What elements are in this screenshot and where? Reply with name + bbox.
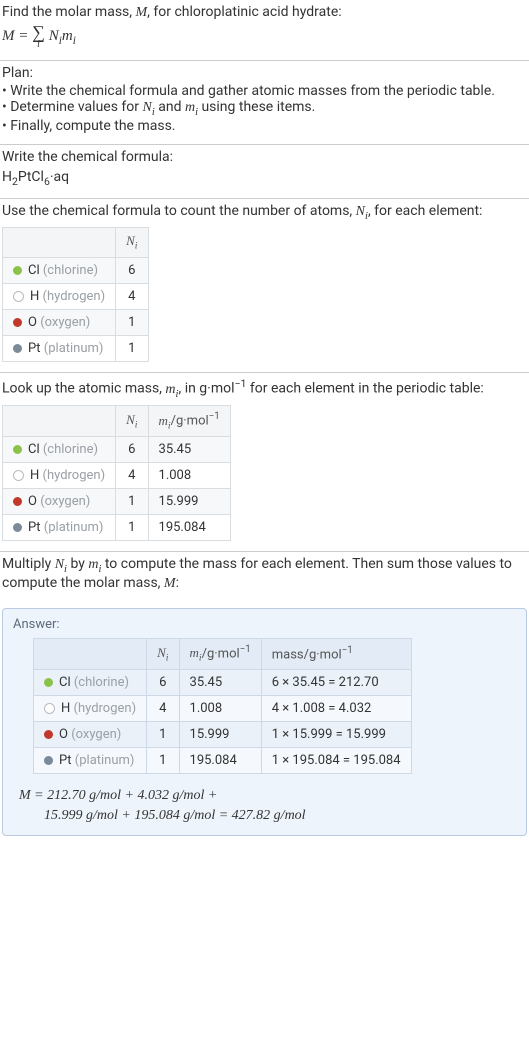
- mi-cell: 1.008: [148, 463, 230, 489]
- answer-title: Answer:: [13, 617, 516, 632]
- col-mi: mi/g·mol−1: [148, 406, 230, 437]
- element-cell: H (hydrogen): [3, 463, 116, 489]
- col-mi: mi/g·mol−1: [179, 639, 261, 670]
- table-row: Cl (chlorine)6: [3, 257, 149, 283]
- mass-cell: 1 × 195.084 = 195.084: [261, 748, 411, 774]
- plan-item: • Write the chemical formula and gather …: [2, 83, 527, 99]
- atomic-mass-section: Look up the atomic mass, mi, in g·mol−1 …: [0, 373, 529, 551]
- element-cell: H (hydrogen): [34, 696, 147, 722]
- col-ni: Ni: [116, 406, 148, 437]
- answer-table: Ni mi/g·mol−1 mass/g·mol−1 Cl (chlorine)…: [33, 638, 412, 774]
- mi-cell: 15.999: [148, 489, 230, 515]
- write-formula-section: Write the chemical formula: H2PtCl6·aq: [0, 145, 529, 198]
- table-row: O (oxygen)115.999: [3, 489, 231, 515]
- table-row: Pt (platinum)1: [3, 335, 149, 361]
- table-row: Pt (platinum)1195.0841 × 195.084 = 195.0…: [34, 748, 412, 774]
- col-element: [3, 228, 116, 258]
- plan-item: • Finally, compute the mass.: [2, 118, 527, 134]
- col-ni: Ni: [116, 228, 148, 258]
- element-color-dot: [13, 318, 22, 327]
- table-header-row: Ni mi/g·mol−1 mass/g·mol−1: [34, 639, 412, 670]
- element-color-dot: [13, 344, 22, 353]
- count-atoms-table: Ni Cl (chlorine)6H (hydrogen)4O (oxygen)…: [2, 227, 149, 362]
- table-row: O (oxygen)1: [3, 309, 149, 335]
- element-color-dot: [13, 445, 22, 454]
- count-atoms-heading: Use the chemical formula to count the nu…: [2, 203, 527, 222]
- element-cell: O (oxygen): [3, 489, 116, 515]
- mi-cell: 35.45: [179, 670, 261, 696]
- ni-cell: 4: [116, 283, 148, 309]
- answer-box: Answer: Ni mi/g·mol−1 mass/g·mol−1 Cl (c…: [2, 608, 527, 836]
- intro-formula: M = ∑i Nimi: [2, 23, 527, 50]
- intro-section: Find the molar mass, M, for chloroplatin…: [0, 0, 529, 60]
- table-row: H (hydrogen)41.008: [3, 463, 231, 489]
- element-color-dot: [44, 678, 53, 687]
- element-color-dot: [44, 756, 53, 765]
- ni-cell: 6: [116, 257, 148, 283]
- ni-cell: 1: [116, 515, 148, 541]
- element-cell: Cl (chlorine): [3, 437, 116, 463]
- col-element: [3, 406, 116, 437]
- plan-heading: Plan:: [2, 65, 527, 81]
- element-cell: O (oxygen): [34, 722, 147, 748]
- atomic-mass-heading: Look up the atomic mass, mi, in g·mol−1 …: [2, 377, 527, 399]
- table-row: Pt (platinum)1195.084: [3, 515, 231, 541]
- element-color-dot: [44, 703, 55, 714]
- element-color-dot: [13, 291, 24, 302]
- plan-item: • Determine values for Ni and mi using t…: [2, 99, 527, 118]
- final-molar-mass: M = 212.70 g/mol + 4.032 g/mol + 15.999 …: [13, 786, 516, 825]
- element-cell: O (oxygen): [3, 309, 116, 335]
- element-color-dot: [13, 266, 22, 275]
- plan-list: • Write the chemical formula and gather …: [2, 83, 527, 134]
- multiply-section: Multiply Ni by mi to compute the mass fo…: [0, 552, 529, 602]
- element-color-dot: [13, 470, 24, 481]
- ni-cell: 6: [147, 670, 179, 696]
- table-header-row: Ni mi/g·mol−1: [3, 406, 231, 437]
- atomic-mass-table: Ni mi/g·mol−1 Cl (chlorine)635.45H (hydr…: [2, 405, 231, 541]
- ni-cell: 1: [116, 489, 148, 515]
- mass-cell: 6 × 35.45 = 212.70: [261, 670, 411, 696]
- ni-cell: 1: [147, 748, 179, 774]
- mi-cell: 15.999: [179, 722, 261, 748]
- intro-line1: Find the molar mass, M, for chloroplatin…: [2, 4, 527, 21]
- table-row: H (hydrogen)4: [3, 283, 149, 309]
- element-cell: Cl (chlorine): [3, 257, 116, 283]
- element-cell: Pt (platinum): [3, 515, 116, 541]
- element-color-dot: [13, 497, 22, 506]
- ni-cell: 4: [116, 463, 148, 489]
- table-row: O (oxygen)115.9991 × 15.999 = 15.999: [34, 722, 412, 748]
- ni-cell: 1: [116, 309, 148, 335]
- col-mass: mass/g·mol−1: [261, 639, 411, 670]
- ni-cell: 6: [116, 437, 148, 463]
- ni-cell: 1: [116, 335, 148, 361]
- mi-cell: 195.084: [148, 515, 230, 541]
- col-ni: Ni: [147, 639, 179, 670]
- ni-cell: 1: [147, 722, 179, 748]
- plan-section: Plan: • Write the chemical formula and g…: [0, 61, 529, 144]
- mi-cell: 35.45: [148, 437, 230, 463]
- count-atoms-section: Use the chemical formula to count the nu…: [0, 199, 529, 372]
- element-cell: Cl (chlorine): [34, 670, 147, 696]
- write-formula-heading: Write the chemical formula:: [2, 149, 527, 165]
- element-color-dot: [44, 730, 53, 739]
- mi-cell: 195.084: [179, 748, 261, 774]
- mass-cell: 4 × 1.008 = 4.032: [261, 696, 411, 722]
- table-row: Cl (chlorine)635.45: [3, 437, 231, 463]
- table-header-row: Ni: [3, 228, 149, 258]
- element-cell: H (hydrogen): [3, 283, 116, 309]
- table-row: Cl (chlorine)635.456 × 35.45 = 212.70: [34, 670, 412, 696]
- element-cell: Pt (platinum): [34, 748, 147, 774]
- mi-cell: 1.008: [179, 696, 261, 722]
- ni-cell: 4: [147, 696, 179, 722]
- chemical-formula: H2PtCl6·aq: [2, 169, 527, 188]
- table-row: H (hydrogen)41.0084 × 1.008 = 4.032: [34, 696, 412, 722]
- mass-cell: 1 × 15.999 = 15.999: [261, 722, 411, 748]
- col-element: [34, 639, 147, 670]
- element-color-dot: [13, 523, 22, 532]
- multiply-heading: Multiply Ni by mi to compute the mass fo…: [2, 556, 527, 592]
- element-cell: Pt (platinum): [3, 335, 116, 361]
